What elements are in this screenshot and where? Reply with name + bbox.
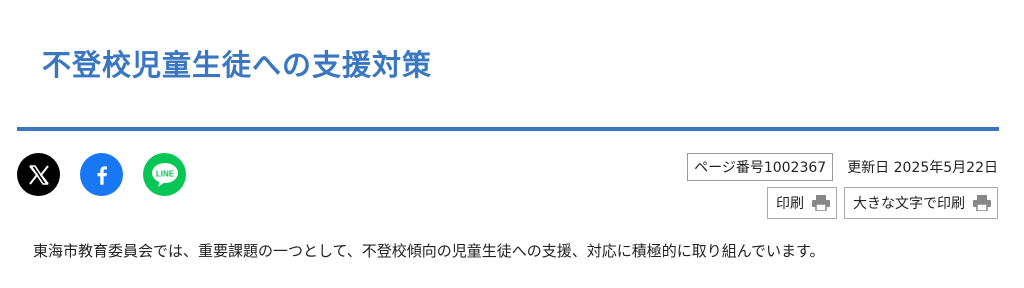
share-facebook-button[interactable]: [80, 153, 123, 196]
updated-date: 更新日 2025年5月22日: [847, 160, 998, 176]
share-line-button[interactable]: LINE: [143, 153, 186, 196]
printer-icon: [812, 195, 830, 211]
share-x-button[interactable]: [17, 153, 60, 196]
page-number: ページ番号1002367: [687, 153, 834, 181]
x-icon: [28, 164, 49, 185]
title-divider: [17, 127, 999, 131]
print-button-label: 印刷: [776, 196, 804, 212]
page-meta: ページ番号1002367 更新日 2025年5月22日: [687, 153, 998, 181]
facebook-icon: [96, 165, 107, 185]
large-print-button-label: 大きな文字で印刷: [853, 196, 965, 212]
line-icon: LINE: [151, 162, 178, 187]
share-buttons: LINE: [17, 153, 186, 196]
svg-text:LINE: LINE: [155, 169, 174, 178]
print-button[interactable]: 印刷: [767, 187, 837, 219]
printer-icon: [973, 195, 991, 211]
intro-paragraph: 東海市教育委員会では、重要課題の一つとして、不登校傾向の児童生徒への支援、対応に…: [33, 242, 825, 260]
page-title: 不登校児童生徒への支援対策: [42, 48, 433, 82]
large-print-button[interactable]: 大きな文字で印刷: [844, 187, 998, 219]
print-buttons: 印刷 大きな文字で印刷: [767, 187, 998, 219]
